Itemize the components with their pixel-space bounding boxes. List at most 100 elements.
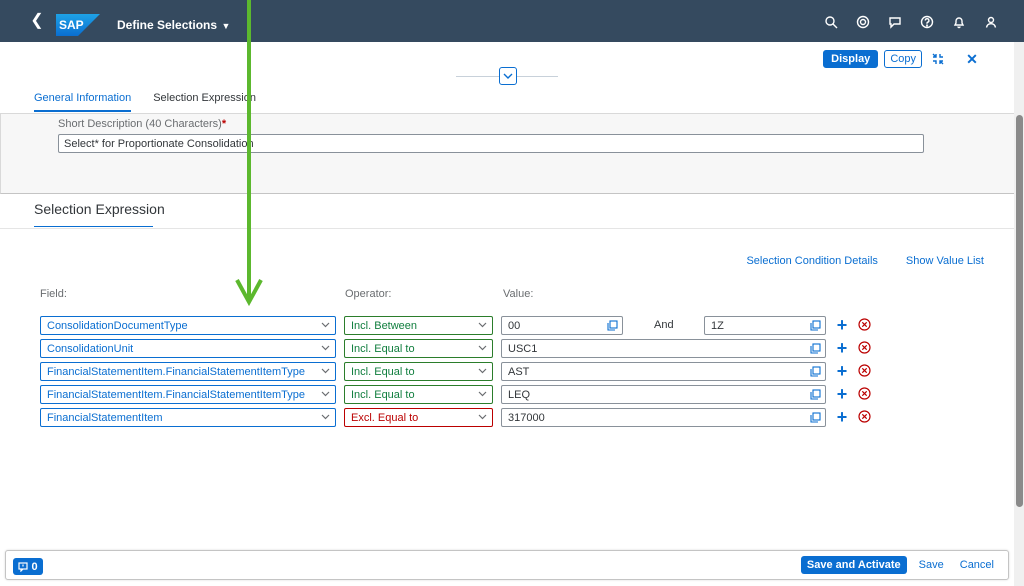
and-label: And <box>654 319 674 331</box>
value-input[interactable]: 317000 <box>501 408 826 427</box>
operator-select-value: Incl. Equal to <box>351 343 415 355</box>
section-title-underline <box>34 226 153 227</box>
value-from-text: 00 <box>508 320 521 332</box>
close-icon[interactable]: ✕ <box>964 51 980 68</box>
condition-row: FinancialStatementItem.FinancialStatemen… <box>40 385 880 405</box>
save-button[interactable]: Save <box>915 556 948 574</box>
delete-row-icon[interactable] <box>858 364 871 377</box>
short-description-input[interactable]: Select* for Proportionate Consolidation <box>58 134 924 153</box>
field-select[interactable]: ConsolidationUnit <box>40 339 336 358</box>
notifications-icon[interactable] <box>950 13 968 31</box>
chevron-down-icon <box>503 73 513 79</box>
field-column-header: Field: <box>40 288 67 300</box>
field-select-value: FinancialStatementItem <box>47 412 163 424</box>
operator-select[interactable]: Incl. Equal to <box>344 385 493 404</box>
tab-general-information[interactable]: General Information <box>34 92 132 112</box>
field-select-value: FinancialStatementItem.FinancialStatemen… <box>47 389 306 401</box>
help-icon[interactable] <box>918 13 936 31</box>
field-select[interactable]: FinancialStatementItem <box>40 408 336 427</box>
operator-select-value: Incl. Between <box>351 320 418 332</box>
chevron-down-icon <box>321 320 330 329</box>
chevron-down-icon <box>478 343 487 352</box>
field-select[interactable]: ConsolidationDocumentType <box>40 316 336 335</box>
value-text: 317000 <box>508 412 545 424</box>
tab-bar: General Information Selection Expression <box>34 92 256 112</box>
annotation-arrow-icon <box>235 0 263 307</box>
value-input[interactable]: LEQ <box>501 385 826 404</box>
copilot-icon[interactable] <box>854 13 872 31</box>
delete-row-icon[interactable] <box>858 318 871 331</box>
search-icon[interactable] <box>822 13 840 31</box>
selection-expression-title: Selection Expression <box>34 201 165 217</box>
add-row-icon[interactable]: + <box>835 316 849 334</box>
exit-fullscreen-icon[interactable] <box>928 50 948 68</box>
operator-select[interactable]: Incl. Between <box>344 316 493 335</box>
value-from-input[interactable]: 00 <box>501 316 623 335</box>
operator-column-header: Operator: <box>345 288 392 300</box>
messages-button[interactable]: 0 <box>13 558 43 575</box>
save-and-activate-button[interactable]: Save and Activate <box>800 556 907 574</box>
field-select-value: ConsolidationUnit <box>47 343 134 355</box>
field-select[interactable]: FinancialStatementItem.FinancialStatemen… <box>40 362 336 381</box>
chevron-down-icon <box>478 412 487 421</box>
field-select-value: FinancialStatementItem.FinancialStatemen… <box>47 366 306 378</box>
add-row-icon[interactable]: + <box>835 385 849 403</box>
add-row-icon[interactable]: + <box>835 362 849 380</box>
scrollbar-thumb[interactable] <box>1016 115 1023 507</box>
value-help-icon[interactable] <box>810 389 821 400</box>
cancel-button[interactable]: Cancel <box>956 556 998 574</box>
condition-row: FinancialStatementItem Excl. Equal to 31… <box>40 408 880 428</box>
operator-select[interactable]: Excl. Equal to <box>344 408 493 427</box>
condition-row: FinancialStatementItem.FinancialStatemen… <box>40 362 880 382</box>
show-value-list-link[interactable]: Show Value List <box>906 255 984 267</box>
delete-row-icon[interactable] <box>858 410 871 423</box>
chevron-down-icon <box>321 412 330 421</box>
operator-select[interactable]: Incl. Equal to <box>344 362 493 381</box>
value-help-icon[interactable] <box>810 320 821 331</box>
short-description-label: Short Description (40 Characters)* <box>58 118 226 130</box>
value-help-icon[interactable] <box>810 412 821 423</box>
delete-row-icon[interactable] <box>858 387 871 400</box>
collapse-header-button[interactable] <box>499 67 517 85</box>
caret-down-icon: ▼ <box>219 21 231 31</box>
value-help-icon[interactable] <box>607 320 618 331</box>
message-popover-icon <box>18 561 29 572</box>
section-divider <box>0 228 1014 229</box>
required-marker: * <box>221 118 227 130</box>
chevron-down-icon <box>321 389 330 398</box>
value-help-icon[interactable] <box>810 366 821 377</box>
value-input[interactable]: USC1 <box>501 339 826 358</box>
short-description-label-text: Short Description (40 Characters) <box>58 118 222 130</box>
value-help-icon[interactable] <box>810 343 821 354</box>
footer-toolbar: 0 Save and Activate Save Cancel <box>5 550 1009 580</box>
operator-select-value: Incl. Equal to <box>351 366 415 378</box>
back-icon[interactable]: ❮ <box>28 11 46 31</box>
add-row-icon[interactable]: + <box>835 339 849 357</box>
value-to-input[interactable]: 1Z <box>704 316 826 335</box>
delete-row-icon[interactable] <box>858 341 871 354</box>
selection-condition-details-link[interactable]: Selection Condition Details <box>746 255 877 267</box>
value-text: LEQ <box>508 389 531 401</box>
svg-text:SAP: SAP <box>59 18 84 32</box>
copy-button[interactable]: Copy <box>884 50 922 68</box>
operator-select[interactable]: Incl. Equal to <box>344 339 493 358</box>
chevron-down-icon <box>321 343 330 352</box>
value-input[interactable]: AST <box>501 362 826 381</box>
shell-bar: ❮ SAP Define Selections ▼ <box>0 0 1024 42</box>
field-select[interactable]: FinancialStatementItem.FinancialStatemen… <box>40 385 336 404</box>
chevron-down-icon <box>321 366 330 375</box>
value-to-text: 1Z <box>711 320 724 332</box>
app-title-menu[interactable]: Define Selections ▼ <box>117 18 230 32</box>
display-button[interactable]: Display <box>823 50 879 68</box>
field-select-value: ConsolidationDocumentType <box>47 320 188 332</box>
add-row-icon[interactable]: + <box>835 408 849 426</box>
chevron-down-icon <box>478 366 487 375</box>
operator-select-value: Excl. Equal to <box>351 412 419 424</box>
sap-logo[interactable]: SAP <box>56 14 100 36</box>
condition-row: ConsolidationUnit Incl. Equal to USC1 + <box>40 339 880 359</box>
chevron-down-icon <box>478 320 487 329</box>
feedback-icon[interactable] <box>886 13 904 31</box>
user-icon[interactable] <box>982 13 1000 31</box>
value-text: USC1 <box>508 343 538 355</box>
value-text: AST <box>508 366 530 378</box>
